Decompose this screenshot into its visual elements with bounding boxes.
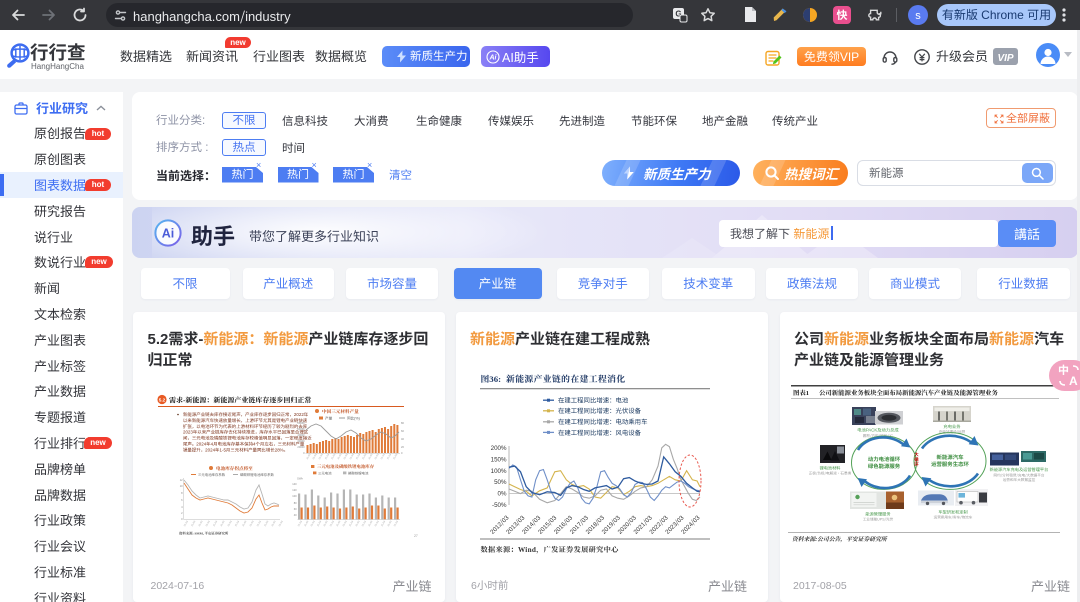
svg-text:21-03: 21-03 (386, 519, 393, 527)
svg-text:0: 0 (303, 451, 305, 455)
svg-text:5.2: 5.2 (158, 398, 165, 404)
svg-text:图36:: 图36: (481, 372, 502, 385)
svg-text:锂电池材料: 锂电池材料 (820, 466, 842, 472)
svg-text:21-03: 21-03 (354, 519, 361, 527)
svg-text:Ai: Ai (162, 226, 175, 240)
svg-text:80: 80 (401, 421, 404, 425)
svg-text:车型研发和定制: 车型研发和定制 (938, 509, 967, 515)
svg-text:21-03: 21-03 (347, 519, 354, 527)
svg-text:磷酸铁锂电池: 磷酸铁锂电池 (348, 470, 369, 475)
svg-text:销量提升，2024年1-5月三元材料产量同比增长28%。: 销量提升，2024年1-5月三元材料产量同比增长28%。 (183, 446, 288, 453)
svg-text:A: A (1069, 374, 1078, 388)
svg-text:环: 环 (914, 462, 919, 468)
svg-text:新能源汽车充电及运营管理平台: 新能源汽车充电及运营管理平台 (990, 467, 1049, 473)
svg-text:需求-新能源：新能源产业链库存逐步回归正常: 需求-新能源：新能源产业链库存逐步回归正常 (169, 395, 311, 405)
svg-text:21-03: 21-03 (218, 519, 225, 527)
svg-text:12: 12 (179, 478, 182, 482)
svg-text:21-03: 21-03 (328, 519, 335, 527)
svg-text:50%: 50% (494, 477, 507, 486)
svg-text:产量: 产量 (325, 416, 333, 422)
svg-text:200%: 200% (491, 443, 507, 452)
svg-text:-50%: -50% (492, 500, 507, 509)
svg-text:140: 140 (292, 482, 297, 486)
svg-text:运营和车大数据监控: 运营和车大数据监控 (1003, 477, 1036, 483)
svg-text:21-03: 21-03 (197, 519, 204, 527)
svg-text:图表1: 图表1 (793, 388, 809, 397)
svg-text:21-03: 21-03 (189, 519, 196, 527)
svg-text:60: 60 (293, 507, 296, 511)
svg-text:新能源产业链的在建工程消化: 新能源产业链的在建工程消化 (506, 372, 626, 385)
svg-text:中国三元材料产量: 中国三元材料产量 (322, 409, 359, 415)
svg-text:电池PACK及动力总成: 电池PACK及动力总成 (857, 428, 899, 434)
svg-text:GWh: GWh (297, 477, 303, 481)
svg-text:27: 27 (414, 533, 418, 538)
svg-text:50000: 50000 (297, 427, 305, 431)
svg-text:21-03: 21-03 (262, 519, 269, 527)
svg-text:4: 4 (181, 505, 183, 509)
svg-text:21-03: 21-03 (248, 519, 255, 527)
svg-text:8: 8 (181, 491, 183, 495)
svg-text:21-03: 21-03 (360, 519, 367, 527)
svg-text:在建工程同比增速：风电设备: 在建工程同比增速：风电设备 (558, 428, 642, 437)
svg-text:40: 40 (401, 437, 404, 441)
svg-text:21-03: 21-03 (379, 519, 386, 527)
svg-text:21-03: 21-03 (392, 519, 399, 527)
svg-text:三元电池及磷酸铁锂电池库存: 三元电池及磷酸铁锂电池库存 (317, 464, 375, 470)
svg-text:21-03: 21-03 (322, 519, 329, 527)
svg-text:21-03: 21-03 (233, 519, 240, 527)
svg-text:0: 0 (401, 451, 403, 455)
svg-text:21-03: 21-03 (302, 519, 309, 527)
svg-text:100%: 100% (491, 466, 507, 475)
svg-text:150%: 150% (491, 454, 507, 463)
svg-text:三元电池: 三元电池 (318, 470, 332, 475)
svg-text:运营乘用车/客车/物流车: 运营乘用车/客车/物流车 (934, 515, 973, 521)
svg-text:20: 20 (401, 445, 404, 449)
svg-text:40: 40 (293, 513, 296, 517)
svg-text:21-03: 21-03 (226, 519, 233, 527)
svg-text:6: 6 (181, 498, 183, 502)
svg-text:60: 60 (401, 429, 404, 433)
svg-text:21-03: 21-03 (366, 519, 373, 527)
svg-text:21-03: 21-03 (182, 519, 189, 527)
svg-text:Ai: Ai (489, 52, 498, 62)
svg-text:21-03: 21-03 (315, 519, 322, 527)
svg-text:10: 10 (179, 484, 182, 488)
svg-text:运营服务生态环: 运营服务生态环 (931, 460, 969, 468)
svg-text:公司新能源业务板块全面布局新能源汽车产业链及能源管理业务: 公司新能源业务板块全面布局新能源汽车产业链及能源管理业务 (819, 388, 999, 397)
svg-text:工业储能UPS/光伏: 工业储能UPS/光伏 (863, 517, 894, 523)
svg-text:20000: 20000 (297, 445, 305, 449)
svg-text:21-03: 21-03 (296, 519, 303, 527)
svg-text:磷酸铁锂电池库存系数: 磷酸铁锂电池库存系数 (240, 472, 275, 477)
svg-text:21-03: 21-03 (270, 519, 277, 527)
svg-text:能源管理服务: 能源管理服务 (865, 511, 891, 517)
svg-text:21-03: 21-03 (334, 519, 341, 527)
svg-text:在建工程同比增速：电动乘用车: 在建工程同比增速：电动乘用车 (558, 417, 648, 426)
svg-text:在建工程同比增速：电池: 在建工程同比增速：电池 (558, 396, 629, 405)
svg-text:21-03: 21-03 (240, 519, 247, 527)
svg-text:21-03: 21-03 (277, 519, 284, 527)
svg-text:同比(%): 同比(%) (347, 417, 360, 422)
svg-text:2: 2 (181, 511, 183, 515)
svg-text:40000: 40000 (297, 433, 305, 437)
svg-text:在建工程同比增速：光伏设备: 在建工程同比增速：光伏设备 (558, 406, 642, 415)
svg-text:21-03: 21-03 (255, 519, 262, 527)
svg-text:绿色能源服务: 绿色能源服务 (868, 462, 901, 470)
svg-text:60000: 60000 (297, 421, 305, 425)
svg-text:21-03: 21-03 (204, 519, 211, 527)
svg-text:中: 中 (1058, 362, 1069, 378)
svg-text:120: 120 (292, 488, 297, 492)
svg-text:充电业务: 充电业务 (943, 424, 961, 430)
svg-text:正极/负极/电解液·石墨烯: 正极/负极/电解液·石墨烯 (809, 471, 852, 477)
svg-text:30000: 30000 (297, 439, 305, 443)
svg-text:数据来源：Wind，广发证券发展研究中心: 数据来源：Wind，广发证券发展研究中心 (481, 545, 620, 555)
svg-text:资料来源:公司公告，平安证券研究所: 资料来源:公司公告，平安证券研究所 (792, 534, 888, 543)
svg-text:21-03: 21-03 (211, 519, 218, 527)
svg-text:80: 80 (293, 501, 296, 505)
svg-text:0%: 0% (498, 489, 507, 498)
svg-text:资料来源: SMM, 平安证券研究所: 资料来源: SMM, 平安证券研究所 (179, 531, 229, 536)
svg-text:100: 100 (292, 494, 297, 498)
svg-text:0: 0 (181, 517, 183, 521)
svg-text:三元电池库存系数: 三元电池库存系数 (198, 472, 226, 477)
